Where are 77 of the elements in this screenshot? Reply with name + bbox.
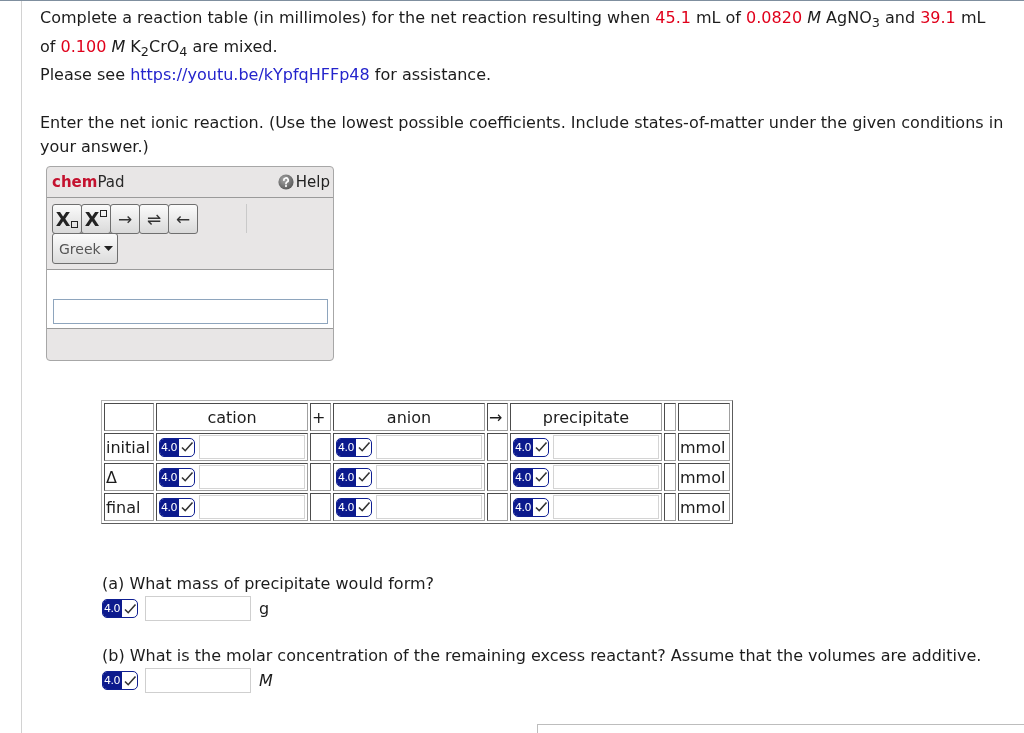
table-cell — [487, 433, 508, 461]
check-icon — [357, 501, 371, 513]
unit-cell: mmol — [678, 433, 730, 461]
table-cell — [487, 463, 508, 491]
check-icon — [123, 674, 137, 687]
row-label: initial — [104, 433, 154, 461]
table-cell — [664, 433, 676, 461]
sig-fig-button[interactable]: 4.0 — [336, 437, 372, 457]
input-field[interactable] — [53, 299, 328, 324]
input-field[interactable] — [553, 435, 659, 459]
input-field[interactable] — [553, 465, 659, 489]
sig-fig-button[interactable]: 4.0 — [336, 467, 372, 487]
check-icon — [123, 602, 137, 615]
question-text: (b) What is the molar concentration of the remaining excess reactant? Assume that the volumes are additive. — [102, 646, 983, 666]
sig-fig-button[interactable]: 4.0 — [159, 467, 195, 487]
answer-field[interactable] — [145, 668, 251, 693]
input-field[interactable] — [199, 465, 305, 489]
input-field[interactable] — [199, 435, 305, 459]
problem-text: Complete a reaction table (in millimoles) for the net reaction resulting when 45.1 mL of 0.0820 M AgNO$_{3}$ and 39.1 mL of 0.100 M K$_{2}$CrO$_{4}$ are mixed. — [40, 7, 987, 61]
table-cell — [487, 493, 508, 521]
input-field[interactable] — [376, 465, 482, 489]
video-link[interactable]: https://youtu.be/kYpfqHFFp48 — [130, 65, 370, 84]
sig-fig-button[interactable]: 4.0 — [513, 467, 549, 487]
sig-fig-button[interactable]: 4.0 — [159, 437, 195, 457]
toolbar-button[interactable]: ← — [168, 204, 198, 234]
check-icon — [534, 441, 548, 453]
unit-cell: mmol — [678, 493, 730, 521]
input-field[interactable] — [553, 495, 659, 519]
toolbar-button[interactable]: X — [81, 204, 111, 234]
answer-field[interactable] — [145, 596, 251, 621]
column-header: → — [487, 403, 508, 431]
unit-cell: mmol — [678, 463, 730, 491]
sig-fig-button[interactable]: 4.0 — [513, 497, 549, 517]
input-field[interactable] — [376, 435, 482, 459]
square-icon — [71, 221, 79, 228]
check-icon — [534, 501, 548, 513]
toolbar-button[interactable]: → — [110, 204, 140, 234]
help-icon — [277, 174, 294, 190]
table-cell — [104, 403, 154, 431]
greek-menu-button[interactable]: Greek — [52, 233, 118, 264]
row-label: Δ — [104, 463, 154, 491]
input-field[interactable] — [199, 495, 305, 519]
help-sentence: Please see https://youtu.be/kYpfqHFFp48 for assistance. — [40, 64, 493, 86]
question-text: (a) What mass of precipitate would form? — [102, 574, 435, 594]
caret-icon — [103, 246, 113, 251]
column-header: cation — [156, 403, 308, 431]
table-cell — [310, 463, 331, 491]
sig-fig-button[interactable]: 4.0 — [102, 671, 138, 690]
row-label: final — [104, 493, 154, 521]
sig-fig-button[interactable]: 4.0 — [159, 497, 195, 517]
table-cell — [664, 463, 676, 491]
toolbar-button[interactable]: X — [52, 204, 82, 234]
help-button[interactable]: Help — [277, 173, 330, 191]
toolbar-button[interactable]: ⇌ — [139, 204, 169, 234]
column-header: precipitate — [510, 403, 662, 431]
column-header: + — [310, 403, 331, 431]
table-cell — [310, 493, 331, 521]
sig-fig-button[interactable]: 4.0 — [513, 437, 549, 457]
table-cell — [310, 433, 331, 461]
sig-fig-button[interactable]: 4.0 — [102, 599, 138, 618]
unit-label: M — [259, 671, 273, 690]
check-icon — [180, 501, 194, 513]
check-icon — [357, 441, 371, 453]
table-cell — [664, 403, 676, 431]
input-field[interactable] — [376, 495, 482, 519]
table-cell — [664, 493, 676, 521]
table-cell — [678, 403, 730, 431]
instruction-text: Enter the net ionic reaction. (Use the lowest possible coefficients. Include states-of-matter under the given conditions in your answer.) — [40, 112, 1005, 158]
sig-fig-button[interactable]: 4.0 — [336, 497, 372, 517]
check-icon — [180, 471, 194, 483]
check-icon — [534, 471, 548, 483]
unit-label: g — [259, 599, 270, 618]
square-icon — [100, 210, 108, 217]
check-icon — [180, 441, 194, 453]
check-icon — [357, 471, 371, 483]
column-header: anion — [333, 403, 485, 431]
chempad-title: chemPad — [52, 173, 125, 191]
